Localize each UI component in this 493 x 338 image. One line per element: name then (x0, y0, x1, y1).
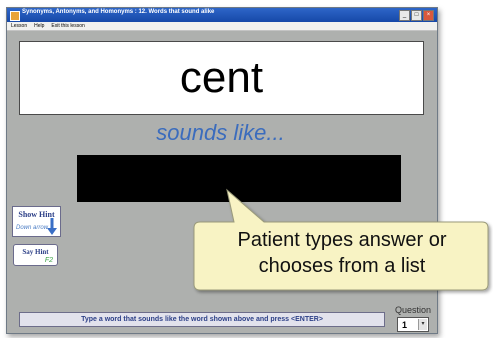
callout-line-2: chooses from a list (258, 255, 426, 277)
question-number: 1 (402, 320, 408, 330)
target-word-box: cent (19, 41, 424, 115)
callout-line-1: Patient types answer or (237, 229, 447, 251)
question-select[interactable]: 1 ▾ (397, 317, 429, 332)
say-hint-shortcut: F2 (44, 257, 53, 264)
say-hint-button[interactable]: Say Hint F2 (13, 244, 58, 266)
down-arrow-icon (47, 218, 57, 235)
menu-lesson[interactable]: Lesson (11, 22, 27, 30)
minimize-button[interactable]: _ (399, 10, 410, 21)
answer-input[interactable] (77, 155, 401, 202)
close-button[interactable]: × (423, 10, 434, 21)
question-label: Question (395, 305, 432, 315)
prompt-text: sounds like... (156, 120, 285, 145)
app-icon (10, 11, 20, 21)
show-hint-button[interactable]: Show Hint Down arrow (12, 206, 61, 237)
maximize-button[interactable]: □ (411, 10, 422, 21)
instruction-bar: Type a word that sounds like the word sh… (19, 312, 385, 327)
annotation-callout: Patient types answer or chooses from a l… (193, 188, 490, 291)
show-hint-shortcut: Down arrow (16, 225, 49, 231)
menu-help[interactable]: Help (34, 22, 44, 30)
target-word: cent (179, 53, 264, 102)
title-bar[interactable]: Synonyms, Antonyms, and Homonyms : 12. W… (7, 8, 437, 22)
instruction-text: Type a word that sounds like the word sh… (81, 316, 323, 323)
say-hint-label: Say Hint (22, 248, 49, 256)
menu-bar: Lesson Help Exit this lesson (7, 22, 437, 31)
menu-exit-lesson[interactable]: Exit this lesson (51, 22, 84, 30)
window-title: Synonyms, Antonyms, and Homonyms : 12. W… (22, 9, 215, 15)
chevron-down-icon[interactable]: ▾ (418, 319, 427, 330)
callout-text: Patient types answer or chooses from a l… (194, 227, 490, 279)
